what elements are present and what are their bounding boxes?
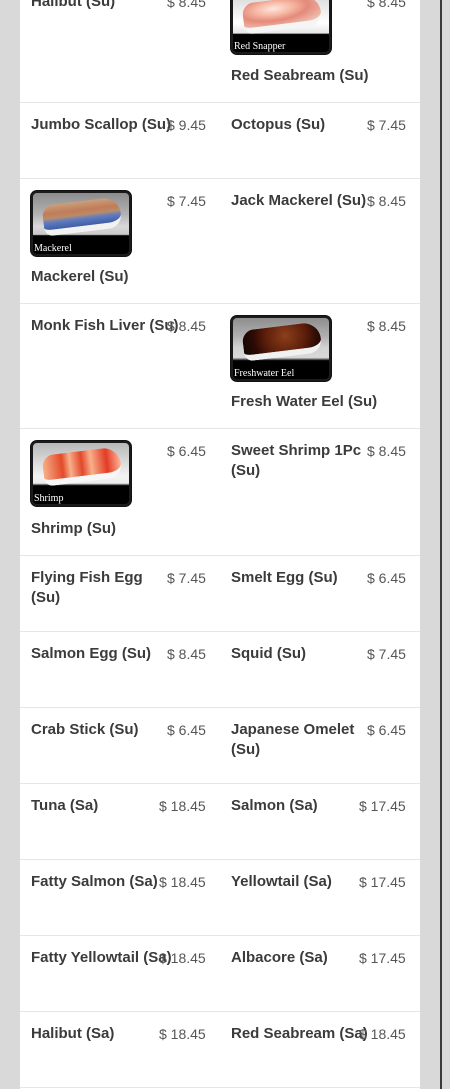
menu-item-crab-stick-su[interactable]: Crab Stick (Su) $ 6.45 — [20, 708, 220, 783]
menu-item-monk-fish-liver-su[interactable]: Monk Fish Liver (Su) $ 8.45 — [20, 304, 220, 428]
fish-topping — [41, 196, 123, 237]
menu-item-halibut-su[interactable]: Halibut (Su) $ 8.45 — [20, 0, 220, 102]
menu-item-jumbo-scallop-su[interactable]: Jumbo Scallop (Su) $ 9.45 — [20, 103, 220, 178]
menu-row: Fatty Salmon (Sa) $ 18.45 Yellowtail (Sa… — [20, 860, 420, 936]
menu-item-price: $ 8.45 — [167, 318, 206, 334]
menu-item-price: $ 8.45 — [367, 0, 406, 10]
menu-item-name: Fresh Water Eel (Su) — [231, 393, 378, 410]
menu-item-mackerel-su[interactable]: Mackerel $ 7.45 Mackerel (Su) — [20, 179, 220, 303]
menu-item-red-seabream-su[interactable]: Red Snapper $ 8.45 Red Seabream (Su) — [220, 0, 420, 102]
image-caption: Mackerel — [34, 243, 72, 254]
menu-item-price: $ 8.45 — [367, 193, 406, 209]
eel-topping — [241, 321, 323, 362]
menu-item-price: $ 9.45 — [167, 117, 206, 133]
fish-topping — [241, 0, 323, 35]
menu-item-price: $ 17.45 — [359, 798, 406, 814]
menu-item-name: Squid (Su) — [231, 645, 306, 662]
menu-item-shrimp-su[interactable]: Shrimp $ 6.45 Shrimp (Su) — [20, 429, 220, 555]
menu-row: Fatty Yellowtail (Sa) $ 18.45 Albacore (… — [20, 936, 420, 1012]
menu-item-squid-su[interactable]: Squid (Su) $ 7.45 — [220, 632, 420, 707]
menu-item-name: Salmon Egg (Su) — [31, 645, 151, 662]
menu-item-smelt-egg-su[interactable]: Smelt Egg (Su) $ 6.45 — [220, 556, 420, 631]
menu-item-name: Jack Mackerel (Su) — [231, 192, 367, 209]
menu-item-price: $ 8.45 — [167, 0, 206, 10]
menu-item-image[interactable]: Red Snapper — [231, 0, 331, 54]
menu-item-price: $ 7.45 — [367, 117, 406, 133]
image-caption: Shrimp — [34, 493, 64, 504]
menu-item-price: $ 8.45 — [367, 318, 406, 334]
menu-item-price: $ 18.45 — [159, 798, 206, 814]
menu-item-sweet-shrimp-1pc-su[interactable]: Sweet Shrimp 1Pc (Su) $ 8.45 — [220, 429, 420, 555]
menu-item-image[interactable]: Shrimp — [31, 441, 131, 506]
menu-item-price: $ 8.45 — [367, 443, 406, 459]
menu-item-tuna-sa[interactable]: Tuna (Sa) $ 18.45 — [20, 784, 220, 859]
menu-item-price: $ 18.45 — [159, 874, 206, 890]
menu-row: Shrimp $ 6.45 Shrimp (Su) Sweet Shrimp 1… — [20, 429, 420, 556]
menu-item-name: Shrimp (Su) — [31, 520, 116, 537]
menu-row: Tuna (Sa) $ 18.45 Salmon (Sa) $ 17.45 — [20, 784, 420, 860]
menu-item-price: $ 6.45 — [367, 570, 406, 586]
menu-item-name: Mackerel (Su) — [31, 268, 129, 285]
menu-item-price: $ 18.45 — [359, 1026, 406, 1042]
menu-item-jack-mackerel-su[interactable]: Jack Mackerel (Su) $ 8.45 — [220, 179, 420, 303]
menu-item-albacore-sa[interactable]: Albacore (Sa) $ 17.45 — [220, 936, 420, 1011]
window-edge-line — [440, 0, 442, 1089]
menu-item-price: $ 7.45 — [167, 193, 206, 209]
menu-item-octopus-su[interactable]: Octopus (Su) $ 7.45 — [220, 103, 420, 178]
menu-item-name: Salmon (Sa) — [231, 797, 318, 814]
menu-item-image[interactable]: Freshwater Eel — [231, 316, 331, 381]
menu-item-salmon-egg-su[interactable]: Salmon Egg (Su) $ 8.45 — [20, 632, 220, 707]
menu-item-name: Tuna (Sa) — [31, 797, 99, 814]
menu-item-name: Octopus (Su) — [231, 116, 326, 133]
menu-item-price: $ 18.45 — [159, 1026, 206, 1042]
menu-row: Flying Fish Egg (Su) $ 7.45 Smelt Egg (S… — [20, 556, 420, 632]
menu-row: Jumbo Scallop (Su) $ 9.45 Octopus (Su) $… — [20, 103, 420, 179]
menu-item-name: Crab Stick (Su) — [31, 721, 139, 738]
menu-item-fatty-salmon-sa[interactable]: Fatty Salmon (Sa) $ 18.45 — [20, 860, 220, 935]
menu-item-price: $ 17.45 — [359, 874, 406, 890]
menu-item-japanese-omelet-su[interactable]: Japanese Omelet (Su) $ 6.45 — [220, 708, 420, 783]
menu-item-image[interactable]: Mackerel — [31, 191, 131, 256]
image-caption: Red Snapper — [234, 41, 286, 52]
menu-item-price: $ 7.45 — [167, 570, 206, 586]
menu-item-flying-fish-egg-su[interactable]: Flying Fish Egg (Su) $ 7.45 — [20, 556, 220, 631]
menu-item-name: Japanese Omelet (Su) — [231, 721, 355, 758]
menu-item-name: Sweet Shrimp 1Pc (Su) — [231, 442, 362, 479]
menu-row: Mackerel $ 7.45 Mackerel (Su) Jack Macke… — [20, 179, 420, 304]
menu-item-fatty-yellowtail-sa[interactable]: Fatty Yellowtail (Sa) $ 18.45 — [20, 936, 220, 1011]
menu-item-fresh-water-eel-su[interactable]: Freshwater Eel $ 8.45 Fresh Water Eel (S… — [220, 304, 420, 428]
menu-item-name: Halibut (Su) — [31, 0, 116, 10]
menu-item-salmon-sa[interactable]: Salmon (Sa) $ 17.45 — [220, 784, 420, 859]
menu-row: Halibut (Su) $ 8.45 Red Snapper $ 8.45 R… — [20, 0, 420, 103]
menu-item-price: $ 6.45 — [367, 722, 406, 738]
menu-item-name: Albacore (Sa) — [231, 949, 328, 966]
menu-item-name: Flying Fish Egg (Su) — [31, 569, 143, 606]
menu-item-name: Jumbo Scallop (Su) — [31, 116, 172, 133]
image-caption: Freshwater Eel — [234, 368, 295, 379]
menu-item-price: $ 6.45 — [167, 443, 206, 459]
menu-item-name: Red Seabream (Su) — [231, 67, 369, 84]
menu-item-name: Smelt Egg (Su) — [231, 569, 338, 586]
menu-item-yellowtail-sa[interactable]: Yellowtail (Sa) $ 17.45 — [220, 860, 420, 935]
menu-row: Halibut (Sa) $ 18.45 Red Seabream (Sa) $… — [20, 1012, 420, 1088]
menu-row: Salmon Egg (Su) $ 8.45 Squid (Su) $ 7.45 — [20, 632, 420, 708]
menu-grid: Halibut (Su) $ 8.45 Red Snapper $ 8.45 R… — [20, 0, 420, 1088]
menu-item-price: $ 8.45 — [167, 646, 206, 662]
menu-item-price: $ 18.45 — [159, 950, 206, 966]
menu-item-name: Halibut (Sa) — [31, 1025, 115, 1042]
menu-item-red-seabream-sa[interactable]: Red Seabream (Sa) $ 18.45 — [220, 1012, 420, 1087]
menu-item-price: $ 17.45 — [359, 950, 406, 966]
menu-item-price: $ 7.45 — [367, 646, 406, 662]
shrimp-topping — [41, 446, 123, 487]
menu-row: Crab Stick (Su) $ 6.45 Japanese Omelet (… — [20, 708, 420, 784]
menu-row: Monk Fish Liver (Su) $ 8.45 Freshwater E… — [20, 304, 420, 429]
menu-page: Halibut (Su) $ 8.45 Red Snapper $ 8.45 R… — [0, 0, 450, 1089]
menu-item-name: Fatty Salmon (Sa) — [31, 873, 158, 890]
right-gutter — [420, 0, 440, 1089]
menu-item-price: $ 6.45 — [167, 722, 206, 738]
menu-item-halibut-sa[interactable]: Halibut (Sa) $ 18.45 — [20, 1012, 220, 1087]
menu-item-name: Red Seabream (Sa) — [231, 1025, 368, 1042]
menu-item-name: Yellowtail (Sa) — [231, 873, 332, 890]
